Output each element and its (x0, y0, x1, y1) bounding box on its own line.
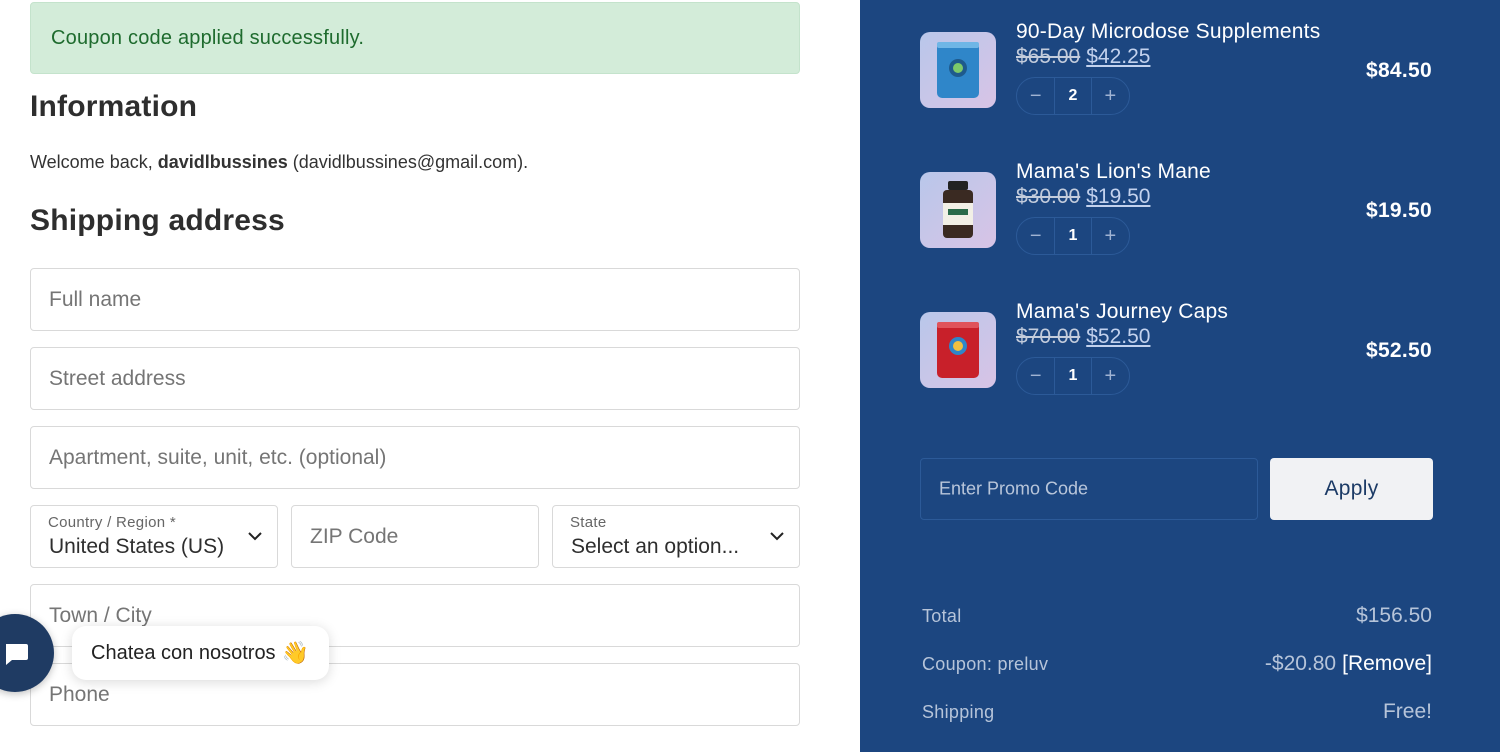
full-name-input[interactable]: Full name (30, 268, 800, 331)
decrease-quantity-button[interactable]: − (1017, 357, 1054, 395)
quantity-value[interactable]: 1 (1054, 357, 1092, 395)
state-value: Select an option... (571, 535, 740, 558)
country-select[interactable]: Country / Region * United States (US) (30, 505, 278, 568)
username: davidlbussines (157, 152, 288, 172)
shipping-label: Shipping (922, 702, 995, 722)
success-notice: Coupon code applied successfully. (30, 2, 800, 74)
country-label: Country / Region * (48, 514, 176, 531)
zip-code-input[interactable]: ZIP Code (291, 505, 539, 568)
country-value: United States (US) (49, 535, 225, 558)
promo-code-placeholder: Enter Promo Code (939, 478, 1089, 499)
success-notice-text: Coupon code applied successfully. (51, 26, 365, 49)
street-address-placeholder: Street address (49, 366, 186, 390)
promo-code-input[interactable]: Enter Promo Code (920, 458, 1258, 520)
cart-item: Mama's Lion's Mane $30.00 $19.50 − 1 + $1… (860, 150, 1500, 270)
original-price: $30.00 (1016, 185, 1081, 208)
quantity-value[interactable]: 2 (1054, 77, 1092, 115)
coupon-row: Coupon: preluv -$20.80 [Remove] (922, 650, 1432, 680)
original-price: $70.00 (1016, 325, 1081, 348)
welcome-prefix: Welcome back, (30, 152, 158, 172)
product-thumbnail (920, 32, 996, 108)
item-name[interactable]: 90-Day Microdose Supplements (1016, 20, 1320, 44)
decrease-quantity-button[interactable]: − (1017, 217, 1054, 255)
quantity-stepper: − 2 + (1016, 77, 1130, 115)
chat-label: Chatea con nosotros (91, 641, 276, 664)
product-image-bottle-icon (943, 181, 973, 238)
cart-item: Mama's Journey Caps $70.00 $52.50 − 1 + $… (860, 290, 1500, 410)
waving-hand-icon: 👋 (281, 640, 309, 665)
increase-quantity-button[interactable]: + (1092, 77, 1129, 115)
sale-price: $19.50 (1086, 185, 1151, 208)
checkout-form: Coupon code applied successfully. Inform… (0, 0, 860, 752)
town-city-placeholder: Town / City (49, 603, 152, 627)
street-address-input[interactable]: Street address (30, 347, 800, 410)
zip-code-placeholder: ZIP Code (310, 524, 399, 548)
item-name[interactable]: Mama's Lion's Mane (1016, 160, 1211, 184)
product-image-pouch-icon (937, 42, 979, 98)
item-name[interactable]: Mama's Journey Caps (1016, 300, 1228, 324)
order-summary-panel: 90-Day Microdose Supplements $65.00 $42.2… (860, 0, 1500, 752)
item-prices: $65.00 $42.25 (1016, 45, 1150, 69)
cart-item: 90-Day Microdose Supplements $65.00 $42.2… (860, 10, 1500, 130)
sale-price: $52.50 (1086, 325, 1151, 348)
full-name-placeholder: Full name (49, 287, 142, 311)
apartment-placeholder: Apartment, suite, unit, etc. (optional) (49, 445, 387, 469)
shipping-row: Shipping Free! (922, 698, 1432, 728)
phone-placeholder: Phone (49, 682, 110, 706)
item-prices: $30.00 $19.50 (1016, 185, 1150, 209)
quantity-stepper: − 1 + (1016, 217, 1130, 255)
sale-price: $42.25 (1086, 45, 1151, 68)
total-row: Total $156.50 (922, 602, 1432, 632)
state-select[interactable]: State Select an option... (552, 505, 800, 568)
item-line-total: $19.50 (1365, 199, 1432, 222)
decrease-quantity-button[interactable]: − (1017, 77, 1054, 115)
increase-quantity-button[interactable]: + (1092, 217, 1129, 255)
product-image-pouch-icon (937, 322, 979, 378)
product-thumbnail (920, 172, 996, 248)
item-line-total: $52.50 (1365, 339, 1432, 362)
chevron-down-icon (248, 532, 262, 541)
welcome-message: Welcome back, davidlbussines (davidlbuss… (30, 152, 528, 173)
product-thumbnail (920, 312, 996, 388)
remove-coupon-link[interactable]: [Remove] (1342, 652, 1432, 675)
apartment-input[interactable]: Apartment, suite, unit, etc. (optional) (30, 426, 800, 489)
information-title: Information (30, 90, 198, 123)
total-value: $156.50 (1356, 604, 1432, 627)
total-label: Total (922, 606, 962, 626)
increase-quantity-button[interactable]: + (1092, 357, 1129, 395)
chat-icon (6, 644, 28, 665)
coupon-value-wrap: -$20.80 [Remove] (1265, 652, 1432, 676)
chat-bubble[interactable]: Chatea con nosotros 👋 (72, 626, 329, 680)
quantity-value[interactable]: 1 (1054, 217, 1092, 255)
shipping-value: Free! (1382, 700, 1432, 723)
item-line-total: $84.50 (1365, 59, 1432, 82)
apply-promo-button[interactable]: Apply (1270, 458, 1433, 520)
item-prices: $70.00 $52.50 (1016, 325, 1150, 349)
welcome-email: (davidlbussines@gmail.com). (287, 152, 529, 172)
shipping-address-title: Shipping address (30, 204, 285, 237)
quantity-stepper: − 1 + (1016, 357, 1130, 395)
state-label: State (570, 514, 607, 531)
coupon-discount: -$20.80 (1264, 652, 1337, 675)
original-price: $65.00 (1016, 45, 1081, 68)
chevron-down-icon (770, 532, 784, 541)
coupon-label: Coupon: preluv (922, 654, 1049, 674)
